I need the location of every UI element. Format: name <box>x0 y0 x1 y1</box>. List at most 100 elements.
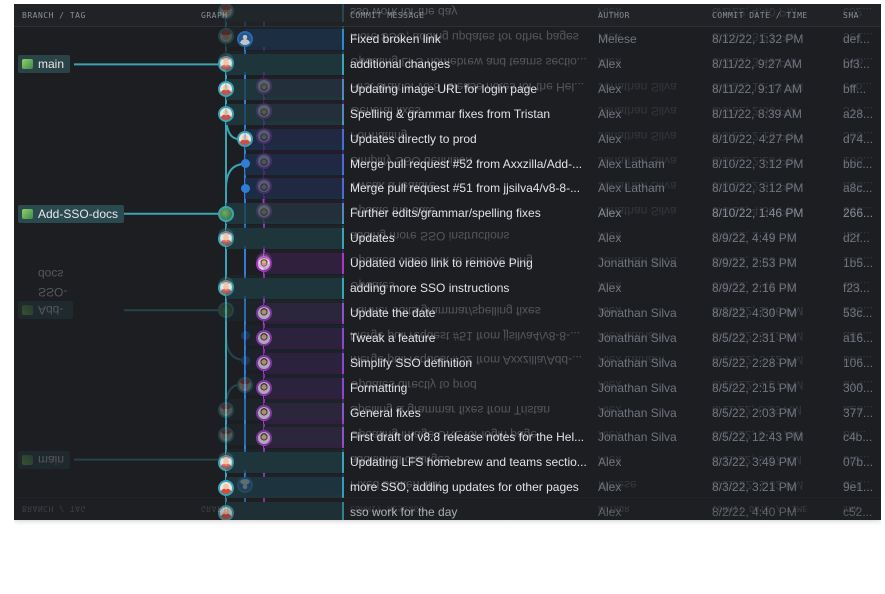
author-avatar[interactable] <box>256 429 272 446</box>
commit-sha: a8c... <box>843 181 873 196</box>
lane-accent-bar <box>342 452 344 474</box>
lane-accent-bar <box>342 53 344 75</box>
commit-date: 8/2/22, 4:40 PM <box>712 505 797 520</box>
commit-message: sso work for the day <box>350 505 458 520</box>
author-avatar[interactable] <box>256 404 272 421</box>
lane-accent-bar <box>342 352 344 374</box>
commit-date: 8/3/22, 3:49 PM <box>712 455 797 470</box>
branch-tag[interactable]: Add-SSO-docs <box>18 204 125 223</box>
author-avatar[interactable] <box>256 355 272 372</box>
merge-commit-dot[interactable] <box>240 159 250 169</box>
author-avatar[interactable] <box>218 205 234 222</box>
commit-message: Updates <box>350 231 395 246</box>
commit-date: 8/9/22, 2:53 PM <box>712 256 797 271</box>
commit-sha: 300... <box>843 380 874 395</box>
commit-date: 8/11/22, 8:39 AM <box>712 106 802 121</box>
commit-row[interactable]: Further edits/grammar/spelling fixes Alex… <box>14 201 881 226</box>
commit-row[interactable]: Updates Alex 8/9/22, 4:49 PM d2f... <box>14 226 881 251</box>
commit-author: Alex <box>598 231 622 246</box>
commit-row[interactable]: General fixes Jonathan Silva 8/5/22, 2:03 … <box>14 401 881 426</box>
commit-date: 8/5/22, 2:31 PM <box>712 330 797 345</box>
lane-accent-bar <box>342 502 344 520</box>
commit-message: First draft of v8.8 release notes for th… <box>350 430 585 445</box>
lane-accent-bar <box>342 402 344 424</box>
commit-row[interactable]: adding more SSO instructions Alex 8/9/22, … <box>14 276 881 301</box>
author-avatar[interactable] <box>218 230 234 247</box>
author-avatar[interactable] <box>218 454 234 471</box>
author-avatar[interactable] <box>218 106 234 123</box>
commit-lane-highlight <box>226 203 342 225</box>
author-avatar[interactable] <box>218 504 234 520</box>
commit-message: Spelling & grammar fixes from Tristan <box>350 106 551 121</box>
commit-date: 8/11/22, 9:27 AM <box>712 56 802 71</box>
commit-date: 8/11/22, 9:17 AM <box>712 81 802 96</box>
commit-lane-highlight <box>226 78 342 100</box>
commit-message: Updating LFS homebrew and teams sectio..… <box>350 455 587 470</box>
commit-author: Jonathan Silva <box>598 380 677 395</box>
merge-commit-dot[interactable] <box>240 184 250 194</box>
commit-graph-panel: BRANCH / TAG GRAPH COMMIT MESSAGE AUTHOR… <box>14 4 881 520</box>
commit-lane-highlight <box>226 53 342 75</box>
lane-accent-bar <box>342 78 344 100</box>
author-avatar[interactable] <box>218 479 234 496</box>
author-avatar[interactable] <box>237 131 253 148</box>
commit-row[interactable]: sso work for the day Alex 8/2/22, 4:40 PM c… <box>14 500 881 520</box>
commit-author: Alex Latham <box>598 181 665 196</box>
commit-lane-highlight <box>226 477 342 499</box>
commit-lane-highlight <box>264 427 342 449</box>
commit-lane-highlight <box>264 402 342 424</box>
commit-row[interactable]: Spelling & grammar fixes from Tristan Ale… <box>14 102 881 127</box>
commit-date: 8/3/22, 3:21 PM <box>712 480 797 495</box>
commit-message: adding more SSO instructions <box>350 281 510 295</box>
commit-row[interactable]: Updating LFS homebrew and teams sectio..… <box>14 450 881 475</box>
commit-row[interactable]: Formatting Jonathan Silva 8/5/22, 2:15 PM 3… <box>14 376 881 401</box>
commit-date: 8/5/22, 12:43 PM <box>712 430 804 445</box>
commit-sha: a28... <box>843 106 874 121</box>
lane-accent-bar <box>342 128 344 150</box>
commit-message: Update the date <box>350 305 436 320</box>
commit-sha: d74... <box>843 131 874 146</box>
commit-author: Alex <box>598 81 622 96</box>
commit-sha: d2f... <box>843 231 870 246</box>
commit-author: Jonathan Silva <box>598 355 677 370</box>
lane-accent-bar <box>342 427 344 449</box>
commit-message: Merge pull request #52 from Axxzilla/Add… <box>350 156 583 171</box>
author-avatar[interactable] <box>256 380 272 397</box>
lane-accent-bar <box>342 278 344 299</box>
commit-lane-highlight <box>264 327 342 349</box>
commit-message: more SSO, adding updates for other pages <box>350 480 579 495</box>
commit-date: 8/5/22, 2:03 PM <box>712 405 797 420</box>
git-client-window: BRANCH / TAG GRAPH COMMIT MESSAGE AUTHOR… <box>14 4 881 594</box>
commit-row[interactable]: Merge pull request #51 from jjsilva4/v8-… <box>14 176 881 201</box>
commit-row[interactable]: Updates directly to prod Alex 8/10/22, 4:2… <box>14 127 881 152</box>
lane-accent-bar <box>342 103 344 125</box>
commit-author: Jonathan Silva <box>598 305 677 320</box>
branch-icon <box>22 208 33 219</box>
commit-sha: a16... <box>843 330 874 345</box>
commit-row[interactable]: Tweak a feature Jonathan Silva 8/5/22, 2:3… <box>14 326 881 351</box>
commit-row[interactable]: First draft of v8.8 release notes for th… <box>14 425 881 450</box>
author-avatar[interactable] <box>256 255 272 272</box>
commit-author: Alex <box>598 106 622 121</box>
commit-row[interactable]: Updating image URL for login page Alex 8/1… <box>14 77 881 102</box>
commit-row[interactable]: Merge pull request #52 from Axxzilla/Add… <box>14 152 881 177</box>
lane-accent-bar <box>342 178 344 200</box>
lane-accent-bar <box>342 153 344 175</box>
branch-tag[interactable]: main <box>18 55 71 74</box>
branch-icon <box>22 59 33 70</box>
commit-date: 8/5/22, 2:28 PM <box>712 355 797 370</box>
commit-author: Alex <box>598 455 622 470</box>
commit-row[interactable]: more SSO, adding updates for other pages… <box>14 475 881 500</box>
commit-lane-highlight <box>264 377 342 399</box>
commit-row[interactable]: Updated video link to remove Ping Jonatha… <box>14 251 881 276</box>
commit-message: Updating image URL for login page <box>350 81 538 96</box>
commit-row[interactable]: Update the date Jonathan Silva 8/8/22, 4:3… <box>14 301 881 326</box>
commit-row[interactable]: additional changes Alex 8/11/22, 9:27 AM bf… <box>14 52 881 77</box>
lane-accent-bar <box>342 228 344 250</box>
commit-author: Alex <box>598 281 622 295</box>
commit-date: 8/10/22, 3:12 PM <box>712 181 804 196</box>
commit-author: Jonathan Silva <box>598 405 677 420</box>
commit-sha: 377... <box>843 405 874 420</box>
commit-row[interactable]: Fixed broken link Melese 8/12/22, 1:32 PM d… <box>14 27 881 52</box>
commit-row[interactable]: Simplify SSO definition Jonathan Silva 8/5… <box>14 351 881 376</box>
